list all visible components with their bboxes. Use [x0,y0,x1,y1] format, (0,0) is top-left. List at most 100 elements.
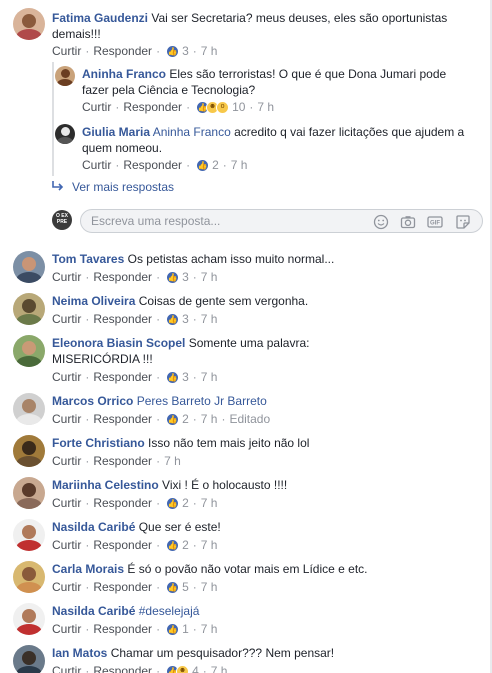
comment-author[interactable]: Eleonora Biasin Scopel [52,336,185,350]
reply-link[interactable]: Responder [93,411,152,427]
reply-link[interactable]: Responder [123,157,182,173]
avatar[interactable] [13,393,45,425]
like-link[interactable]: Curtir [52,369,81,385]
reaction-summary[interactable]: 👍 2 [166,411,189,427]
timestamp[interactable]: 7 h [201,311,218,327]
emoji-icon[interactable] [373,214,389,230]
comment-body: Tom Tavares Os petistas acham isso muito… [52,251,482,267]
like-link[interactable]: Curtir [52,579,81,595]
timestamp[interactable]: 7 h [201,579,218,595]
timestamp[interactable]: 7 h [257,99,274,115]
like-link[interactable]: Curtir [52,495,81,511]
reaction-summary[interactable]: 👍 3 [166,43,189,59]
timestamp[interactable]: 7 h [201,411,218,427]
reaction-summary[interactable]: 👍 ☻ o 10 [196,99,245,115]
avatar[interactable] [13,561,45,593]
comment-author[interactable]: Nasilda Caribé [52,520,135,534]
mention-link[interactable]: Peres Barreto Jr Barreto [137,394,267,408]
timestamp[interactable]: 7 h [201,621,218,637]
comment-author[interactable]: Tom Tavares [52,252,124,266]
reply-link[interactable]: Responder [93,537,152,553]
comment-body: Nasilda Caribé Que ser é este! [52,519,482,535]
more-replies-link[interactable]: Ver mais respostas [52,179,174,195]
comment-author[interactable]: Mariinha Celestino [52,478,159,492]
avatar[interactable] [13,519,45,551]
timestamp[interactable]: 7 h [164,453,181,469]
avatar[interactable] [13,435,45,467]
like-link[interactable]: Curtir [82,157,111,173]
timestamp[interactable]: 7 h [201,369,218,385]
reply-link[interactable]: Responder [93,453,152,469]
comment-author[interactable]: Aninha Franco [82,67,166,81]
reply-link[interactable]: Responder [93,579,152,595]
svg-text:GIF: GIF [430,221,440,227]
like-link[interactable]: Curtir [52,269,81,285]
avatar[interactable] [13,293,45,325]
comment-author[interactable]: Giulia Maria [82,125,150,139]
comment-author[interactable]: Marcos Orrico [52,394,133,408]
avatar[interactable] [13,251,45,283]
reply-link[interactable]: Responder [123,99,182,115]
timestamp[interactable]: 7 h [201,495,218,511]
timestamp[interactable]: 7 h [201,537,218,553]
reply-link[interactable]: Responder [93,495,152,511]
reaction-summary[interactable]: 👍 3 [166,369,189,385]
camera-icon[interactable] [400,214,416,230]
mention-link[interactable]: Aninha Franco [153,125,231,139]
comment-body: Aninha Franco Eles são terroristas! O qu… [82,66,482,98]
reaction-summary[interactable]: 👍 1 [166,621,189,637]
like-link[interactable]: Curtir [52,311,81,327]
hashtag-link[interactable]: #deselejajá [139,604,200,618]
avatar[interactable] [13,645,45,673]
avatar[interactable] [13,603,45,635]
reaction-summary[interactable]: 👍 ☻ 4 [166,663,199,673]
comment-author[interactable]: Neima Oliveira [52,294,135,308]
like-link[interactable]: Curtir [52,537,81,553]
comment-text: Eles são terroristas! O que é que Dona J… [169,67,447,81]
reaction-summary[interactable]: 👍 5 [166,579,189,595]
reply-link[interactable]: Responder [93,621,152,637]
comment-body: Giulia Maria Aninha Franco acredito q va… [82,124,482,156]
like-link[interactable]: Curtir [52,411,81,427]
timestamp[interactable]: 7 h [201,43,218,59]
comment-text: Isso não tem mais jeito não lol [148,436,310,450]
like-link[interactable]: Curtir [82,99,111,115]
reply-input[interactable] [91,213,351,229]
reply-link[interactable]: Responder [93,269,152,285]
comment-author[interactable]: Carla Morais [52,562,124,576]
reply-input-box[interactable]: GIF [80,209,483,233]
avatar[interactable] [13,8,45,40]
reaction-summary[interactable]: 👍 3 [166,269,189,285]
like-link[interactable]: Curtir [52,663,81,673]
avatar[interactable] [13,477,45,509]
edited-label[interactable]: Editado [229,411,270,427]
reply-link[interactable]: Responder [93,369,152,385]
timestamp[interactable]: 7 h [211,663,228,673]
avatar[interactable] [55,124,75,144]
comment-author[interactable]: Nasilda Caribé [52,604,135,618]
like-link[interactable]: Curtir [52,453,81,469]
reaction-summary[interactable]: 👍 2 [166,537,189,553]
comment-actions: Curtir · Responder · 👍 3 · 7 h [52,43,218,59]
comment-body: Mariinha Celestino Vixi ! É o holocausto… [52,477,482,493]
reply-link[interactable]: Responder [93,663,152,673]
reaction-summary[interactable]: 👍 2 [166,495,189,511]
sticker-icon[interactable] [455,214,471,230]
like-link[interactable]: Curtir [52,621,81,637]
comment-author[interactable]: Ian Matos [52,646,107,660]
timestamp[interactable]: 7 h [231,157,248,173]
avatar[interactable] [55,66,75,86]
reaction-summary[interactable]: 👍 2 [196,157,219,173]
like-link[interactable]: Curtir [52,43,81,59]
reply-link[interactable]: Responder [93,43,152,59]
timestamp[interactable]: 7 h [201,269,218,285]
comment-author[interactable]: Forte Christiano [52,436,145,450]
comment-text-line2: MISERICÓRDIA !!! [52,352,153,366]
thumbs-up-icon: 👍 [166,622,180,636]
comment-author[interactable]: Fatima Gaudenzi [52,11,148,25]
reply-link[interactable]: Responder [93,311,152,327]
comment-actions: Curtir · Responder · 👍 5 · 7 h [52,579,218,595]
reaction-summary[interactable]: 👍 3 [166,311,189,327]
avatar[interactable] [13,335,45,367]
gif-icon[interactable]: GIF [427,214,443,230]
